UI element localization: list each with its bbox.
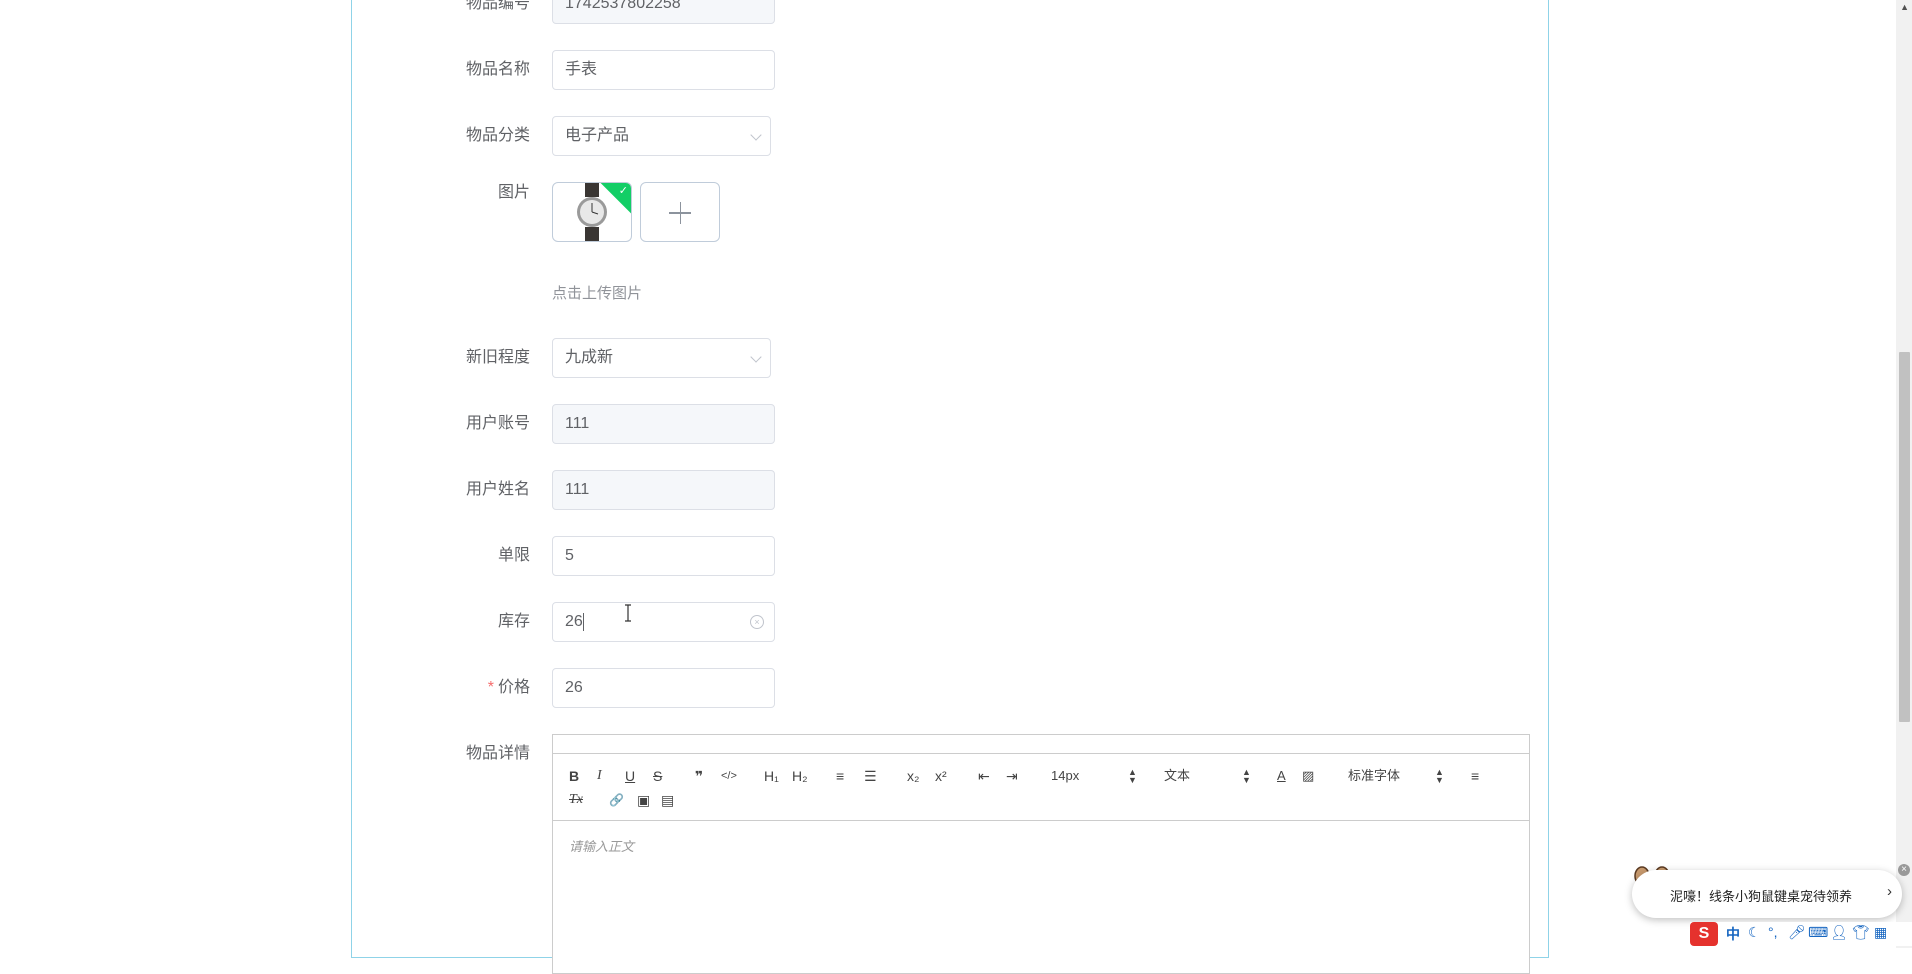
punctuation-icon[interactable]: °, bbox=[1768, 924, 1778, 940]
condition-select[interactable]: 九成新 bbox=[552, 338, 771, 378]
user-account-label: 用户账号 bbox=[465, 415, 530, 432]
limit-input[interactable]: 5 bbox=[552, 536, 775, 576]
code-button[interactable]: </> bbox=[721, 767, 737, 785]
updown-icon: ▲ ▼ bbox=[1435, 767, 1444, 785]
chevron-right-icon[interactable]: › bbox=[1887, 883, 1892, 900]
user-name-row: 用户姓名 111 bbox=[352, 470, 1352, 510]
price-label: * 价格 bbox=[352, 668, 542, 708]
bullet-list-button[interactable]: ☰ bbox=[864, 767, 877, 785]
user-account-input: 111 bbox=[552, 404, 775, 444]
quote-button[interactable]: ❞ bbox=[695, 767, 703, 785]
chevron-down-icon bbox=[750, 351, 762, 363]
user-icon[interactable]: 👤︎ bbox=[1830, 924, 1848, 941]
editor-toolbar: B I U S ❞ </> H₁ H₂ ≡ ☰ x₂ x² ⇤ ⇥ 14px ▲… bbox=[553, 753, 1529, 821]
required-mark: * bbox=[487, 679, 494, 696]
stock-row: 库存 26 × bbox=[352, 602, 1352, 642]
category-label: 物品分类 bbox=[465, 127, 530, 144]
user-name-input: 111 bbox=[552, 470, 775, 510]
sogou-logo-icon[interactable]: S bbox=[1690, 922, 1718, 946]
item-no-row: 物品编号 1742537802258 bbox=[352, 0, 1352, 24]
image-label: 图片 bbox=[497, 184, 530, 201]
microphone-icon[interactable]: 🎤︎ bbox=[1788, 924, 1806, 941]
close-icon[interactable]: × bbox=[1898, 864, 1910, 876]
form-panel: 物品编号 1742537802258 物品名称 手表 物品分类 电子产品 图片 … bbox=[351, 0, 1549, 974]
scrollbar-thumb[interactable] bbox=[1899, 352, 1910, 722]
ime-lang[interactable]: 中 bbox=[1726, 924, 1740, 944]
ordered-list-button[interactable]: ≡ bbox=[836, 767, 844, 785]
clean-format-button[interactable]: Tx bbox=[569, 791, 583, 809]
header-picker[interactable]: 文本 bbox=[1164, 767, 1190, 785]
h1-button[interactable]: H₁ bbox=[764, 767, 779, 785]
add-image-button[interactable] bbox=[640, 182, 720, 242]
item-name-row: 物品名称 手表 bbox=[352, 50, 1352, 90]
indent-button[interactable]: ⇥ bbox=[1006, 767, 1018, 785]
text-color-button[interactable]: A bbox=[1277, 767, 1286, 785]
bold-button[interactable]: B bbox=[569, 767, 579, 785]
category-value: 电子产品 bbox=[565, 127, 630, 144]
shirt-icon[interactable]: 👕︎ bbox=[1852, 924, 1870, 941]
stock-input[interactable]: 26 × bbox=[552, 602, 775, 642]
italic-button[interactable]: I bbox=[597, 767, 602, 785]
size-picker[interactable]: 14px bbox=[1051, 767, 1079, 785]
clear-icon[interactable]: × bbox=[750, 615, 764, 629]
chevron-down-icon bbox=[750, 129, 762, 141]
strike-button[interactable]: S bbox=[653, 767, 662, 785]
rich-text-editor: B I U S ❞ </> H₁ H₂ ≡ ☰ x₂ x² ⇤ ⇥ 14px ▲… bbox=[552, 734, 1530, 974]
outdent-button[interactable]: ⇤ bbox=[978, 767, 990, 785]
video-button[interactable]: ▤ bbox=[661, 791, 674, 809]
detail-row: 物品详情 B I U S ❞ </> H₁ H₂ ≡ ☰ x₂ x² ⇤ ⇥ 1… bbox=[352, 734, 1552, 974]
upload-tip: 点击上传图片 bbox=[552, 285, 643, 302]
image-row: 图片 ✓ bbox=[352, 182, 1352, 244]
moon-icon[interactable]: ☾ bbox=[1748, 924, 1761, 941]
subscript-button[interactable]: x₂ bbox=[907, 767, 919, 785]
scroll-up-icon[interactable]: ▲ bbox=[1900, 2, 1909, 12]
condition-label: 新旧程度 bbox=[465, 349, 530, 366]
ime-toolbar: S 中 ☾ °, 🎤︎ ⌨ 👤︎ 👕︎ ▦ bbox=[1690, 922, 1912, 946]
condition-row: 新旧程度 九成新 bbox=[352, 338, 1352, 378]
text-cursor-icon bbox=[625, 604, 631, 622]
price-input[interactable]: 26 bbox=[552, 668, 775, 708]
notification-popup[interactable]: 泥嚎！线条小狗鼠键桌宠待领养 › bbox=[1632, 870, 1902, 918]
stock-value: 26 bbox=[565, 613, 583, 630]
text-caret bbox=[582, 612, 584, 631]
stock-label: 库存 bbox=[497, 613, 530, 630]
item-no-label: 物品编号 bbox=[465, 0, 530, 12]
uploaded-image-thumbnail[interactable]: ✓ bbox=[552, 182, 632, 242]
image-button[interactable]: ▣ bbox=[637, 791, 650, 809]
underline-button[interactable]: U bbox=[625, 767, 635, 785]
check-icon: ✓ bbox=[618, 185, 628, 197]
category-select[interactable]: 电子产品 bbox=[552, 116, 771, 156]
page-scrollbar[interactable]: ▲ bbox=[1896, 0, 1912, 948]
category-row: 物品分类 电子产品 bbox=[352, 116, 1352, 156]
keyboard-icon[interactable]: ⌨ bbox=[1808, 924, 1828, 941]
price-row: * 价格 26 bbox=[352, 668, 1352, 708]
superscript-button[interactable]: x² bbox=[935, 767, 947, 785]
updown-icon: ▲ ▼ bbox=[1128, 767, 1137, 785]
user-account-row: 用户账号 111 bbox=[352, 404, 1352, 444]
notification-text: 泥嚎！线条小狗鼠键桌宠待领养 bbox=[1670, 889, 1853, 904]
h2-button[interactable]: H₂ bbox=[792, 767, 808, 785]
image-tip-row: 点击上传图片 bbox=[352, 282, 1352, 304]
user-name-label: 用户姓名 bbox=[465, 481, 530, 498]
editor-placeholder[interactable]: 请输入正文 bbox=[569, 836, 634, 855]
background-color-button[interactable]: ▨ bbox=[1302, 767, 1314, 785]
align-button[interactable]: ≡ bbox=[1471, 767, 1479, 785]
item-name-label: 物品名称 bbox=[465, 61, 530, 78]
price-label-text: 价格 bbox=[497, 679, 530, 696]
link-button[interactable]: 🔗 bbox=[609, 791, 624, 809]
grid-icon[interactable]: ▦ bbox=[1874, 924, 1887, 941]
limit-row: 单限 5 bbox=[352, 536, 1352, 576]
item-name-input[interactable]: 手表 bbox=[552, 50, 775, 90]
item-no-input: 1742537802258 bbox=[552, 0, 775, 24]
updown-icon: ▲ ▼ bbox=[1242, 767, 1251, 785]
font-picker[interactable]: 标准字体 bbox=[1348, 767, 1400, 785]
condition-value: 九成新 bbox=[565, 349, 614, 366]
limit-label: 单限 bbox=[497, 547, 530, 564]
detail-label: 物品详情 bbox=[465, 745, 530, 762]
